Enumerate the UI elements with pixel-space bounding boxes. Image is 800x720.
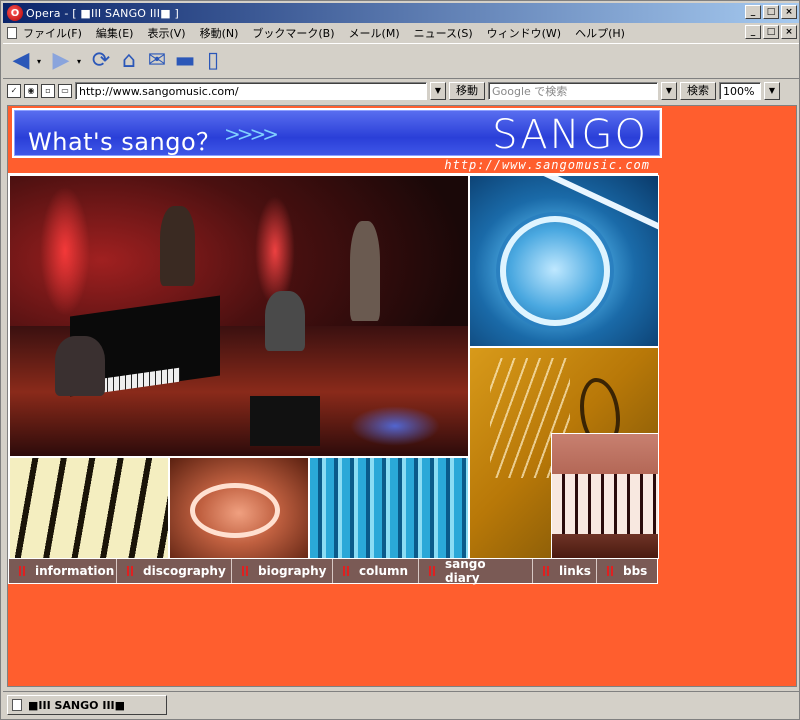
- nav-marker-icon: [607, 566, 615, 576]
- site-url-strip: http://www.sangomusic.com: [8, 158, 658, 174]
- close-button[interactable]: ×: [781, 5, 797, 19]
- opera-logo-icon: O: [7, 5, 23, 21]
- window-controls: _ □ ×: [745, 5, 797, 19]
- nav-discography[interactable]: discography: [117, 559, 232, 583]
- menu-news[interactable]: ニュース(S): [414, 25, 473, 41]
- banner-brand: SANGO: [492, 112, 648, 158]
- nav-label: information: [35, 564, 115, 578]
- doc-restore-button[interactable]: □: [763, 25, 779, 39]
- nav-marker-icon: [343, 566, 351, 576]
- print-small-icon[interactable]: ▭: [58, 84, 72, 98]
- menu-navigation[interactable]: 移動(N): [200, 25, 239, 41]
- photo-collage: [8, 174, 659, 559]
- nav-marker-icon: [429, 566, 437, 576]
- menu-window[interactable]: ウィンドウ(W): [487, 25, 561, 41]
- search-input[interactable]: Google で検索: [488, 82, 658, 100]
- go-button[interactable]: 移動: [449, 82, 485, 100]
- zoom-dropdown-icon[interactable]: ▼: [764, 82, 780, 100]
- page-tab[interactable]: ■III SANGO III■: [7, 695, 167, 715]
- forward-dropdown-icon[interactable]: ▾: [77, 57, 85, 66]
- maximize-button[interactable]: □: [763, 5, 779, 19]
- nav-information[interactable]: information: [9, 559, 117, 583]
- nav-label: discography: [143, 564, 226, 578]
- band-live-photo: [9, 175, 469, 457]
- forward-icon[interactable]: ▶: [49, 49, 73, 73]
- security-icon[interactable]: ✓: [7, 84, 21, 98]
- drum-photo: [469, 175, 659, 347]
- address-bar: ✓ ◉ ▫ ▭ http://www.sangomusic.com/ ▼ 移動 …: [3, 80, 799, 102]
- nav-biography[interactable]: biography: [232, 559, 333, 583]
- document-window-controls: _ □ ×: [745, 25, 797, 39]
- menu-mail[interactable]: メール(M): [349, 25, 400, 41]
- minimize-button[interactable]: _: [745, 5, 761, 19]
- piano-keys-photo: [9, 457, 169, 559]
- nav-marker-icon: [543, 566, 551, 576]
- hotlist-icon[interactable]: ✉: [145, 49, 169, 73]
- nav-label: bbs: [623, 564, 648, 578]
- doc-close-button[interactable]: ×: [781, 25, 797, 39]
- nav-marker-icon: [242, 566, 250, 576]
- print-icon[interactable]: ▬: [173, 49, 197, 73]
- tab-label: ■III SANGO III■: [28, 698, 126, 712]
- nav-column[interactable]: column: [333, 559, 419, 583]
- nav-label: biography: [258, 564, 327, 578]
- browser-window: O Opera - [ ■III SANGO III■ ] _ □ × ファイル…: [0, 0, 800, 720]
- nav-label: links: [559, 564, 591, 578]
- accordion-photo: [309, 457, 469, 559]
- nav-links[interactable]: links: [533, 559, 597, 583]
- doc-minimize-button[interactable]: _: [745, 25, 761, 39]
- site-url-text: http://www.sangomusic.com: [444, 158, 650, 172]
- url-input[interactable]: http://www.sangomusic.com/: [75, 82, 427, 100]
- menu-file[interactable]: ファイル(F): [23, 25, 82, 41]
- menu-view[interactable]: 表示(V): [147, 25, 185, 41]
- snare-photo: [169, 457, 309, 559]
- banner-chevrons: >>>>: [224, 122, 279, 146]
- zoom-field[interactable]: 100%: [719, 82, 761, 100]
- status-bar: ■III SANGO III■: [3, 691, 799, 717]
- document-icon: [7, 26, 17, 39]
- search-button[interactable]: 検索: [680, 82, 716, 100]
- camera-icon[interactable]: ◉: [24, 84, 38, 98]
- home-icon[interactable]: ⌂: [117, 49, 141, 73]
- nav-marker-icon: [19, 566, 27, 576]
- menu-help[interactable]: ヘルプ(H): [575, 25, 625, 41]
- page-icon[interactable]: ▯: [201, 49, 225, 73]
- window-title: Opera - [ ■III SANGO III■ ]: [26, 6, 179, 20]
- menu-edit[interactable]: 編集(E): [96, 25, 134, 41]
- nav-label: column: [359, 564, 409, 578]
- reload-icon[interactable]: ⟳: [89, 49, 113, 73]
- keyboard-hand-photo: [551, 433, 659, 559]
- site-banner: What's sango？ >>>> SANGO: [12, 108, 662, 158]
- back-icon[interactable]: ◀: [9, 49, 33, 73]
- nav-sango-diary[interactable]: sango diary: [419, 557, 533, 585]
- search-engine-dropdown-icon[interactable]: ▼: [661, 82, 677, 100]
- nav-label: sango diary: [445, 557, 486, 585]
- url-dropdown-icon[interactable]: ▼: [430, 82, 446, 100]
- menu-bookmarks[interactable]: ブックマーク(B): [252, 25, 334, 41]
- nav-marker-icon: [127, 566, 135, 576]
- title-bar: O Opera - [ ■III SANGO III■ ] _ □ ×: [3, 3, 799, 23]
- site-nav: information discography biography column…: [8, 557, 658, 585]
- page-info-icon[interactable]: ▫: [41, 84, 55, 98]
- tab-page-icon: [12, 699, 22, 711]
- nav-bbs[interactable]: bbs: [597, 559, 657, 583]
- menu-bar: ファイル(F) 編集(E) 表示(V) 移動(N) ブックマーク(B) メール(…: [3, 23, 799, 42]
- page-content: What's sango？ >>>> SANGO http://www.sang…: [7, 105, 797, 687]
- navigation-toolbar: ◀ ▾ ▶ ▾ ⟳ ⌂ ✉ ▬ ▯: [3, 43, 799, 79]
- banner-tagline[interactable]: What's sango？: [28, 122, 221, 157]
- back-dropdown-icon[interactable]: ▾: [37, 57, 45, 66]
